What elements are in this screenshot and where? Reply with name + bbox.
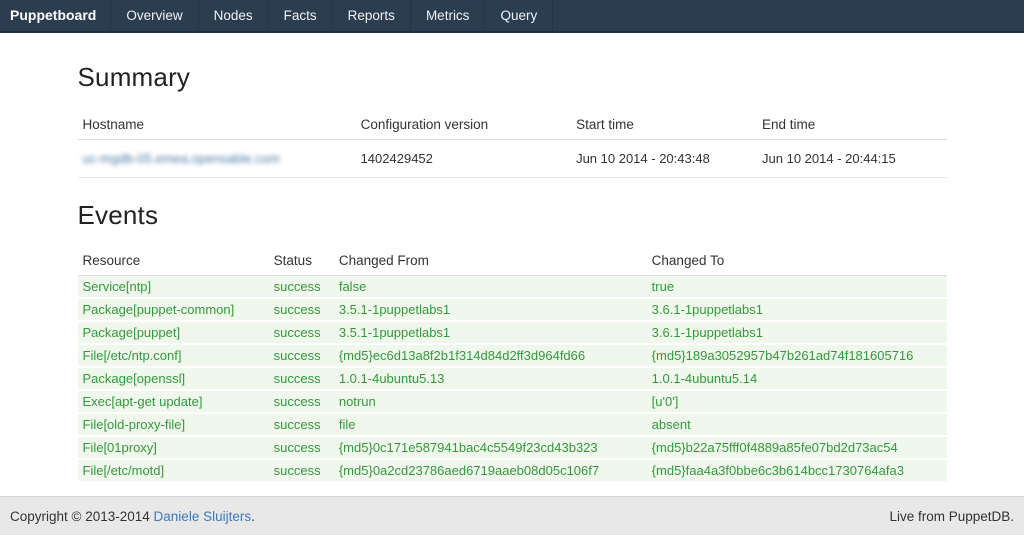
event-resource: Exec[apt-get update] — [78, 390, 269, 413]
summary-col-config-version: Configuration version — [356, 109, 572, 140]
brand-puppetboard[interactable]: Puppetboard — [0, 0, 111, 31]
table-row: Exec[apt-get update] success notrun [u'0… — [78, 390, 947, 413]
event-changed-to: {md5}faa4a3f0bbe6c3b614bcc1730764afa3 — [647, 459, 947, 482]
table-row: File[/etc/ntp.conf] success {md5}ec6d13a… — [78, 344, 947, 367]
nav-item-link[interactable]: Reports — [333, 0, 410, 31]
event-resource: File[01proxy] — [78, 436, 269, 459]
event-changed-from: {md5}ec6d13a8f2b1f314d84d2ff3d964fd66 — [334, 344, 647, 367]
event-changed-to: 3.6.1-1puppetlabs1 — [647, 321, 947, 344]
table-row: File[old-proxy-file] success file absent — [78, 413, 947, 436]
event-changed-from: 3.5.1-1puppetlabs1 — [334, 298, 647, 321]
event-resource: File[/etc/motd] — [78, 459, 269, 482]
event-changed-from: 1.0.1-4ubuntu5.13 — [334, 367, 647, 390]
end-time-value: Jun 10 2014 - 20:44:15 — [757, 140, 946, 178]
hostname-link[interactable]: uc-mgdb-05.emea.opensable.com — [83, 151, 280, 166]
table-row: File[/etc/motd] success {md5}0a2cd23786a… — [78, 459, 947, 482]
copyright-suffix: . — [251, 509, 255, 524]
table-row: Package[openssl] success 1.0.1-4ubuntu5.… — [78, 367, 947, 390]
event-changed-to: {md5}b22a75fff0f4889a85fe07bd2d73ac54 — [647, 436, 947, 459]
table-row: File[01proxy] success {md5}0c171e587941b… — [78, 436, 947, 459]
events-col-changed-to: Changed To — [647, 245, 947, 276]
event-status: success — [269, 276, 334, 299]
nav-item-link[interactable]: Nodes — [199, 0, 268, 31]
nav-item: Reports — [333, 0, 411, 31]
event-status: success — [269, 436, 334, 459]
nav-item: Facts — [269, 0, 333, 31]
nav-item-link[interactable]: Overview — [111, 0, 197, 31]
event-status: success — [269, 298, 334, 321]
summary-col-end-time: End time — [757, 109, 946, 140]
summary-table: Hostname Configuration version Start tim… — [78, 109, 947, 178]
nav-item: Overview — [111, 0, 198, 31]
event-status: success — [269, 459, 334, 482]
events-col-changed-from: Changed From — [334, 245, 647, 276]
summary-col-start-time: Start time — [571, 109, 757, 140]
nav-item: Query — [485, 0, 553, 31]
event-changed-from: file — [334, 413, 647, 436]
nav-item: Metrics — [411, 0, 486, 31]
event-changed-to: absent — [647, 413, 947, 436]
nav-item-link[interactable]: Query — [485, 0, 552, 31]
puppetdb-status-text: Live from PuppetDB. — [889, 509, 1014, 524]
table-row: Package[puppet-common] success 3.5.1-1pu… — [78, 298, 947, 321]
event-changed-from: notrun — [334, 390, 647, 413]
navbar: Puppetboard Overview Nodes Facts Reports… — [0, 0, 1024, 33]
events-col-resource: Resource — [78, 245, 269, 276]
event-changed-to: true — [647, 276, 947, 299]
copyright-prefix: Copyright © 2013-2014 — [10, 509, 154, 524]
event-resource: File[/etc/ntp.conf] — [78, 344, 269, 367]
event-changed-to: {md5}189a3052957b47b261ad74f181605716 — [647, 344, 947, 367]
event-status: success — [269, 367, 334, 390]
nav-item-link[interactable]: Facts — [269, 0, 332, 31]
nav-items: Overview Nodes Facts Reports Metrics Que… — [111, 0, 553, 31]
copyright-text: Copyright © 2013-2014 Daniele Sluijters. — [10, 509, 255, 524]
event-changed-from: {md5}0a2cd23786aed6719aaeb08d05c106f7 — [334, 459, 647, 482]
author-link[interactable]: Daniele Sluijters — [154, 509, 252, 524]
nav-item: Nodes — [199, 0, 269, 31]
events-header-row: Resource Status Changed From Changed To — [78, 245, 947, 276]
event-changed-from: false — [334, 276, 647, 299]
summary-heading: Summary — [78, 33, 947, 93]
config-version-value: 1402429452 — [356, 140, 572, 178]
table-row: Service[ntp] success false true — [78, 276, 947, 299]
event-status: success — [269, 321, 334, 344]
table-row: Package[puppet] success 3.5.1-1puppetlab… — [78, 321, 947, 344]
event-changed-to: 1.0.1-4ubuntu5.14 — [647, 367, 947, 390]
summary-header-row: Hostname Configuration version Start tim… — [78, 109, 947, 140]
event-changed-from: {md5}0c171e587941bac4c5549f23cd43b323 — [334, 436, 647, 459]
event-status: success — [269, 390, 334, 413]
event-resource: Service[ntp] — [78, 276, 269, 299]
events-col-status: Status — [269, 245, 334, 276]
event-resource: File[old-proxy-file] — [78, 413, 269, 436]
event-changed-to: 3.6.1-1puppetlabs1 — [647, 298, 947, 321]
summary-col-hostname: Hostname — [78, 109, 356, 140]
event-resource: Package[openssl] — [78, 367, 269, 390]
event-changed-from: 3.5.1-1puppetlabs1 — [334, 321, 647, 344]
events-table: Resource Status Changed From Changed To … — [78, 245, 947, 483]
event-resource: Package[puppet] — [78, 321, 269, 344]
event-status: success — [269, 413, 334, 436]
events-heading: Events — [78, 178, 947, 231]
events-table-body: Service[ntp] success false true Package[… — [78, 276, 947, 483]
footer: Copyright © 2013-2014 Daniele Sluijters.… — [0, 496, 1024, 535]
summary-row: uc-mgdb-05.emea.opensable.com 1402429452… — [78, 140, 947, 178]
event-status: success — [269, 344, 334, 367]
start-time-value: Jun 10 2014 - 20:43:48 — [571, 140, 757, 178]
main-content: Summary Hostname Configuration version S… — [0, 33, 1024, 496]
event-resource: Package[puppet-common] — [78, 298, 269, 321]
nav-item-link[interactable]: Metrics — [411, 0, 485, 31]
event-changed-to: [u'0'] — [647, 390, 947, 413]
